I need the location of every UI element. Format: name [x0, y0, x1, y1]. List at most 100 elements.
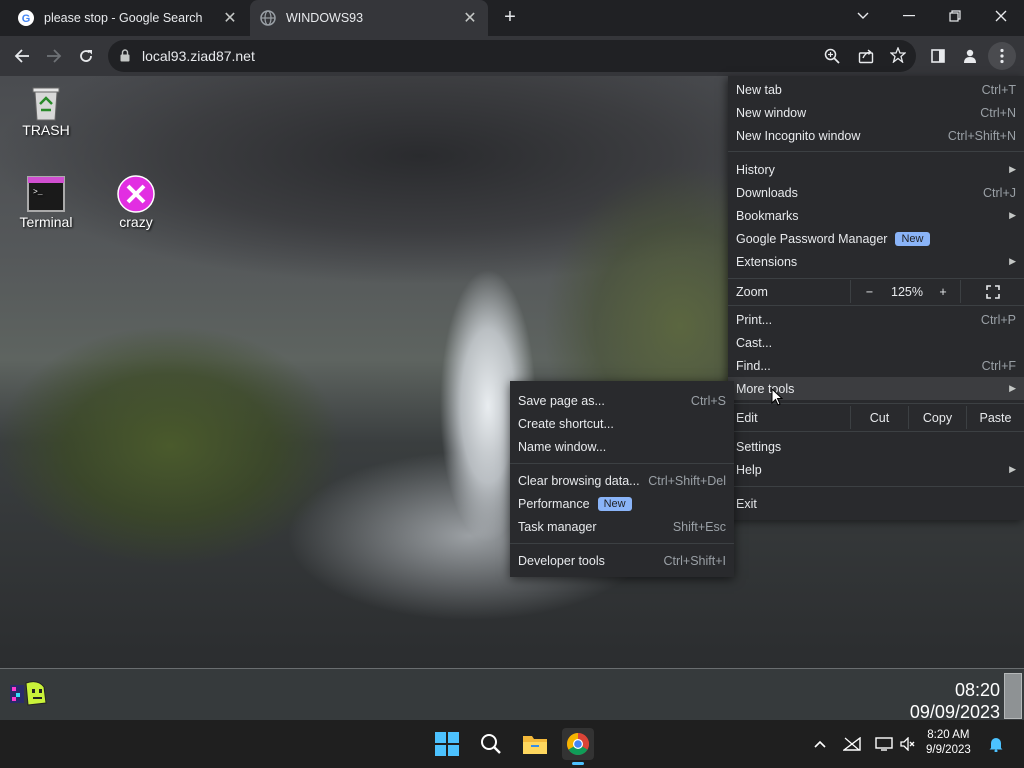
menu-item-cast[interactable]: Cast... [728, 331, 1024, 354]
google-g-icon: G [18, 10, 34, 26]
url-text: local93.ziad87.net [142, 48, 255, 64]
new-tab-plus-icon[interactable]: + [498, 6, 522, 30]
tab-windows93[interactable]: WINDOWS93 ✕ [250, 0, 488, 36]
close-window-icon[interactable] [978, 0, 1024, 32]
more-tools-submenu: Save page as... Ctrl+S Create shortcut...… [510, 381, 734, 577]
copy-button[interactable]: Copy [908, 406, 966, 429]
menu-divider [510, 543, 734, 544]
menu-zoom-row: Zoom − 125% + [728, 280, 1024, 303]
lock-icon[interactable] [120, 49, 130, 65]
system-time: 8:20 AM [927, 729, 970, 741]
desktop-icon-label: TRASH [22, 122, 70, 138]
submenu-arrow-icon: ▶ [1009, 464, 1016, 474]
back-arrow-icon[interactable] [8, 42, 36, 70]
mouse-cursor-icon [771, 387, 784, 411]
menu-divider [728, 486, 1024, 487]
submenu-item-developer-tools[interactable]: Developer tools Ctrl+Shift+I [510, 549, 734, 572]
volume-muted-icon[interactable] [894, 728, 922, 760]
tab-title: WINDOWS93 [286, 11, 364, 25]
zoom-out-button[interactable]: − [850, 280, 888, 303]
windows-start-icon[interactable] [431, 728, 463, 760]
menu-divider [728, 305, 1024, 306]
menu-item-downloads[interactable]: Downloads Ctrl+J [728, 181, 1024, 204]
network-disconnected-icon[interactable] [836, 728, 868, 760]
minimize-icon[interactable] [886, 0, 932, 32]
forward-arrow-icon[interactable] [40, 42, 68, 70]
system-clock[interactable]: 8:20 AM 9/9/2023 [926, 728, 971, 758]
menu-item-password-manager[interactable]: Google Password Manager New [728, 227, 1024, 250]
svg-text:G: G [22, 13, 31, 25]
menu-item-extensions[interactable]: Extensions ▶ [728, 250, 1024, 273]
chrome-main-menu: New tab Ctrl+T New window Ctrl+N New Incog… [728, 76, 1024, 520]
chrome-taskbar-icon[interactable] [562, 728, 594, 765]
menu-item-find[interactable]: Find... Ctrl+F [728, 354, 1024, 377]
menu-item-help[interactable]: Help ▶ [728, 458, 1024, 481]
desktop-icon-crazy[interactable]: crazy [108, 174, 164, 230]
new-badge: New [597, 496, 632, 511]
search-icon[interactable] [475, 728, 507, 760]
tab-search-chevron-icon[interactable] [840, 0, 886, 32]
zoom-magnifier-icon[interactable] [824, 48, 840, 67]
notification-bell-icon[interactable] [982, 728, 1010, 760]
profile-icon[interactable] [956, 42, 984, 70]
cut-button[interactable]: Cut [850, 406, 908, 429]
menu-divider [728, 151, 1024, 152]
windows93-start-icon[interactable] [8, 679, 48, 712]
submenu-arrow-icon: ▶ [1009, 210, 1016, 220]
desktop-icon-trash[interactable]: TRASH [18, 82, 74, 138]
side-panel-icon[interactable] [924, 42, 952, 70]
terminal-icon: >_ [26, 174, 66, 214]
paste-button[interactable]: Paste [966, 406, 1024, 429]
windows93-clock: 08:20 09/09/2023 [910, 679, 1000, 723]
submenu-arrow-icon: ▶ [1009, 256, 1016, 266]
chevron-up-icon[interactable] [804, 728, 836, 760]
tab-title: please stop - Google Search [44, 11, 203, 25]
submenu-item-task-manager[interactable]: Task manager Shift+Esc [510, 515, 734, 538]
submenu-arrow-icon: ▶ [1009, 383, 1016, 393]
menu-item-new-window[interactable]: New window Ctrl+N [728, 101, 1024, 124]
reload-icon[interactable] [72, 42, 100, 70]
share-icon[interactable] [858, 48, 874, 67]
globe-icon [260, 10, 276, 26]
close-tab-icon[interactable]: ✕ [462, 8, 478, 28]
file-explorer-icon[interactable] [519, 728, 551, 760]
menu-item-history[interactable]: History ▶ [728, 158, 1024, 181]
submenu-item-create-shortcut[interactable]: Create shortcut... [510, 412, 734, 435]
system-date: 9/9/2023 [926, 744, 971, 756]
desktop-icon-label: Terminal [19, 214, 73, 230]
submenu-item-clear-browsing-data[interactable]: Clear browsing data... Ctrl+Shift+Del [510, 469, 734, 492]
submenu-item-performance[interactable]: Performance New [510, 492, 734, 515]
fullscreen-icon[interactable] [960, 280, 1024, 303]
menu-item-print[interactable]: Print... Ctrl+P [728, 308, 1024, 331]
tab-google-search[interactable]: G please stop - Google Search ✕ [8, 0, 248, 36]
menu-divider [728, 278, 1024, 279]
menu-item-settings[interactable]: Settings [728, 435, 1024, 458]
restore-icon[interactable] [932, 0, 978, 32]
menu-kebab-icon[interactable] [988, 42, 1016, 70]
scrollbar-thumb[interactable] [1004, 673, 1022, 719]
menu-item-new-tab[interactable]: New tab Ctrl+T [728, 78, 1024, 101]
submenu-arrow-icon: ▶ [1009, 164, 1016, 174]
recycle-bin-icon [26, 82, 66, 122]
address-bar[interactable]: local93.ziad87.net [108, 40, 916, 72]
windows93-taskbar: 08:20 09/09/2023 [0, 668, 1024, 723]
bookmark-star-icon[interactable] [889, 46, 907, 66]
menu-divider [728, 431, 1024, 432]
menu-item-bookmarks[interactable]: Bookmarks ▶ [728, 204, 1024, 227]
menu-divider [510, 463, 734, 464]
tab-strip: G please stop - Google Search ✕ WINDOWS9… [0, 0, 1024, 36]
windows-taskbar: 8:20 AM 9/9/2023 [0, 720, 1024, 768]
desktop-icon-terminal[interactable]: >_ Terminal [14, 174, 78, 230]
menu-item-new-incognito[interactable]: New Incognito window Ctrl+Shift+N [728, 124, 1024, 147]
submenu-item-name-window[interactable]: Name window... [510, 435, 734, 458]
close-tab-icon[interactable]: ✕ [222, 8, 238, 28]
zoom-in-button[interactable]: + [926, 280, 960, 303]
new-badge: New [895, 231, 930, 246]
submenu-item-save-page[interactable]: Save page as... Ctrl+S [510, 389, 734, 412]
svg-text:>_: >_ [33, 188, 43, 197]
browser-toolbar: local93.ziad87.net [0, 36, 1024, 76]
desktop-icon-label: crazy [119, 214, 153, 230]
zoom-level: 125% [891, 284, 923, 299]
menu-item-exit[interactable]: Exit [728, 492, 1024, 515]
active-app-indicator [572, 762, 584, 765]
